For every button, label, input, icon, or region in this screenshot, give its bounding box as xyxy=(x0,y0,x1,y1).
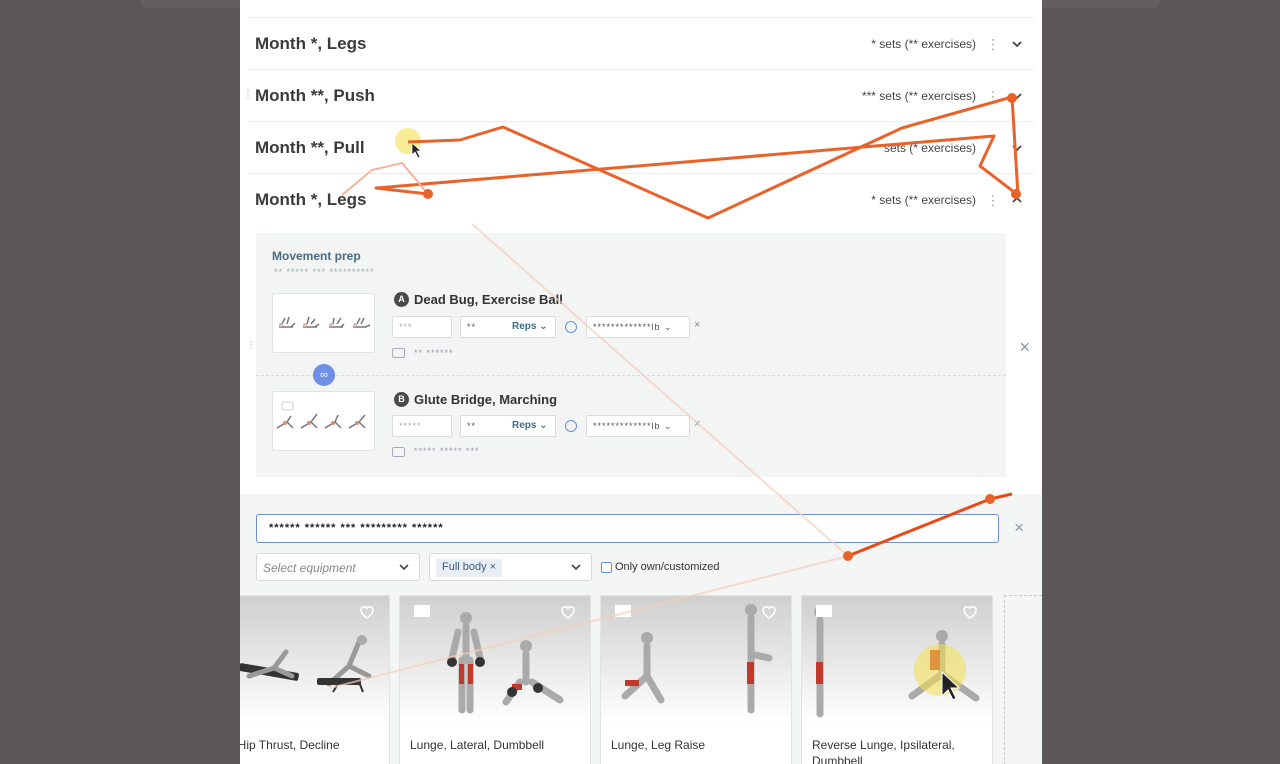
exercise-card-name: Reverse Lunge, Ipsilateral, Dumbbell xyxy=(812,738,955,764)
program-editor-panel: Month *, Legs * sets (** exercises) ⋮ ⋮⋮… xyxy=(240,0,1042,764)
exercise-card[interactable]: aise, Hip Thrust, Decline xyxy=(240,595,390,764)
week-row-2[interactable]: ⋮⋮ Month **, Push *** sets (** exercises… xyxy=(243,70,1034,122)
reps-unit-label: Reps xyxy=(512,420,537,431)
exercise-letter-badge: B xyxy=(394,392,409,407)
kebab-menu-icon[interactable]: ⋮ xyxy=(986,193,1000,207)
clock-icon[interactable] xyxy=(565,420,577,432)
weight-input[interactable]: *************lb ⌄ xyxy=(586,415,690,437)
remove-weight-icon[interactable]: × xyxy=(694,418,700,430)
weight-value: *************lb xyxy=(593,322,661,332)
reps-unit-label: Reps xyxy=(512,321,537,332)
exercise-card-name: aise, Hip Thrust, Decline xyxy=(240,738,340,752)
sets-input[interactable]: ***** xyxy=(392,415,452,437)
exercise-row-b: B Glute Bridge, Marching ***** ** Reps ⌄… xyxy=(256,391,1006,491)
video-clapper-icon xyxy=(816,605,832,617)
exercise-letter-badge: A xyxy=(394,292,409,307)
week-title: Month **, Pull xyxy=(255,137,365,157)
chevron-down-icon[interactable] xyxy=(1010,89,1024,103)
exercise-card[interactable]: Lunge, Leg Raise xyxy=(600,595,792,764)
heart-icon[interactable] xyxy=(761,604,777,620)
week-title: Month **, Push xyxy=(255,85,375,105)
link-icon[interactable]: ∞ xyxy=(313,364,335,386)
clear-search-icon[interactable]: × xyxy=(1014,518,1024,538)
add-exercise-placeholder[interactable] xyxy=(1004,595,1042,764)
comment-icon[interactable] xyxy=(392,447,405,457)
exercise-name[interactable]: Glute Bridge, Marching xyxy=(414,392,557,407)
exercise-note[interactable]: ** ****** xyxy=(414,348,454,358)
exercise-card-name: Lunge, Leg Raise xyxy=(611,738,706,752)
weight-input[interactable]: *************lb ⌄ xyxy=(586,316,690,338)
equipment-placeholder: Select equipment xyxy=(263,561,356,575)
exercise-search-input[interactable]: ****** ****** *** ********* ****** xyxy=(256,514,999,543)
week-sets-count: * sets (** exercises) xyxy=(871,193,976,207)
week-title: Month *, Legs xyxy=(255,190,367,209)
week-row-partial[interactable] xyxy=(248,0,1034,18)
reps-unit-select[interactable]: Reps ⌄ xyxy=(506,316,556,338)
exercise-name[interactable]: Dead Bug, Exercise Ball xyxy=(414,292,563,307)
close-block-icon[interactable]: × xyxy=(1019,337,1030,358)
reps-value: ** xyxy=(467,421,477,431)
block-title[interactable]: Movement prep xyxy=(272,249,361,263)
block-subtitle: ** ***** *** ********** xyxy=(274,267,375,277)
remove-chip-icon[interactable]: × xyxy=(490,561,496,573)
comment-icon[interactable] xyxy=(392,348,405,358)
muscle-chip-label: Full body xyxy=(442,561,487,573)
reps-value: ** xyxy=(467,322,477,332)
own-customized-checkbox[interactable] xyxy=(601,562,612,573)
heart-icon[interactable] xyxy=(560,604,576,620)
remove-weight-icon[interactable]: × xyxy=(694,319,700,331)
weight-value: *************lb xyxy=(593,421,661,431)
week-sets-count: *** sets (** exercises) xyxy=(861,88,976,103)
exercise-card[interactable]: Reverse Lunge, Ipsilateral, Dumbbell xyxy=(801,595,993,764)
reps-unit-select[interactable]: Reps ⌄ xyxy=(506,415,556,437)
muscle-group-select[interactable]: Full body × xyxy=(429,553,592,581)
exercise-thumbnail[interactable] xyxy=(272,293,375,353)
week-row-4-expanded[interactable]: Month *, Legs * sets (** exercises) ⋮ xyxy=(248,174,1034,226)
chevron-down-icon xyxy=(571,564,581,571)
video-clapper-icon xyxy=(615,605,631,617)
week-row-3[interactable]: Month **, Pull sets (* exercises) xyxy=(248,122,1034,174)
dead-bug-illustration xyxy=(279,316,371,328)
chevron-down-icon[interactable] xyxy=(1010,37,1024,51)
clock-icon[interactable] xyxy=(565,321,577,333)
glute-bridge-illustration xyxy=(276,401,366,429)
exercise-row-a: A Dead Bug, Exercise Ball *** ** Reps ⌄ … xyxy=(256,291,1006,391)
kebab-menu-icon[interactable]: ⋮ xyxy=(986,37,1000,51)
exercise-library: ****** ****** *** ********* ****** × Sel… xyxy=(240,494,1042,764)
chevron-up-icon[interactable] xyxy=(1010,193,1024,207)
week-sets-count: * sets (** exercises) xyxy=(871,36,976,51)
exercise-card-name: Lunge, Lateral, Dumbbell xyxy=(410,738,545,752)
week-row-1[interactable]: Month *, Legs * sets (** exercises) ⋮ xyxy=(248,18,1034,70)
heart-icon[interactable] xyxy=(359,604,375,620)
chevron-down-icon xyxy=(399,564,409,571)
superset-divider xyxy=(256,375,1006,376)
exercise-thumbnail[interactable] xyxy=(272,391,375,451)
chevron-down-icon[interactable] xyxy=(1010,141,1024,155)
muscle-chip[interactable]: Full body × xyxy=(436,559,503,577)
week-sets-count: sets (* exercises) xyxy=(883,140,976,155)
movement-prep-block: Movement prep ** ***** *** ********** A … xyxy=(256,233,1006,477)
exercise-note[interactable]: ***** ***** *** xyxy=(414,446,480,456)
week-title: Month *, Legs xyxy=(255,33,367,53)
equipment-select[interactable]: Select equipment xyxy=(256,553,420,581)
video-clapper-icon xyxy=(414,605,430,617)
exercise-card[interactable]: Lunge, Lateral, Dumbbell xyxy=(399,595,591,764)
own-customized-label[interactable]: Only own/customized xyxy=(615,561,720,573)
heart-icon[interactable] xyxy=(962,604,978,620)
sets-input[interactable]: *** xyxy=(392,316,452,338)
kebab-menu-icon[interactable]: ⋮ xyxy=(986,89,1000,103)
